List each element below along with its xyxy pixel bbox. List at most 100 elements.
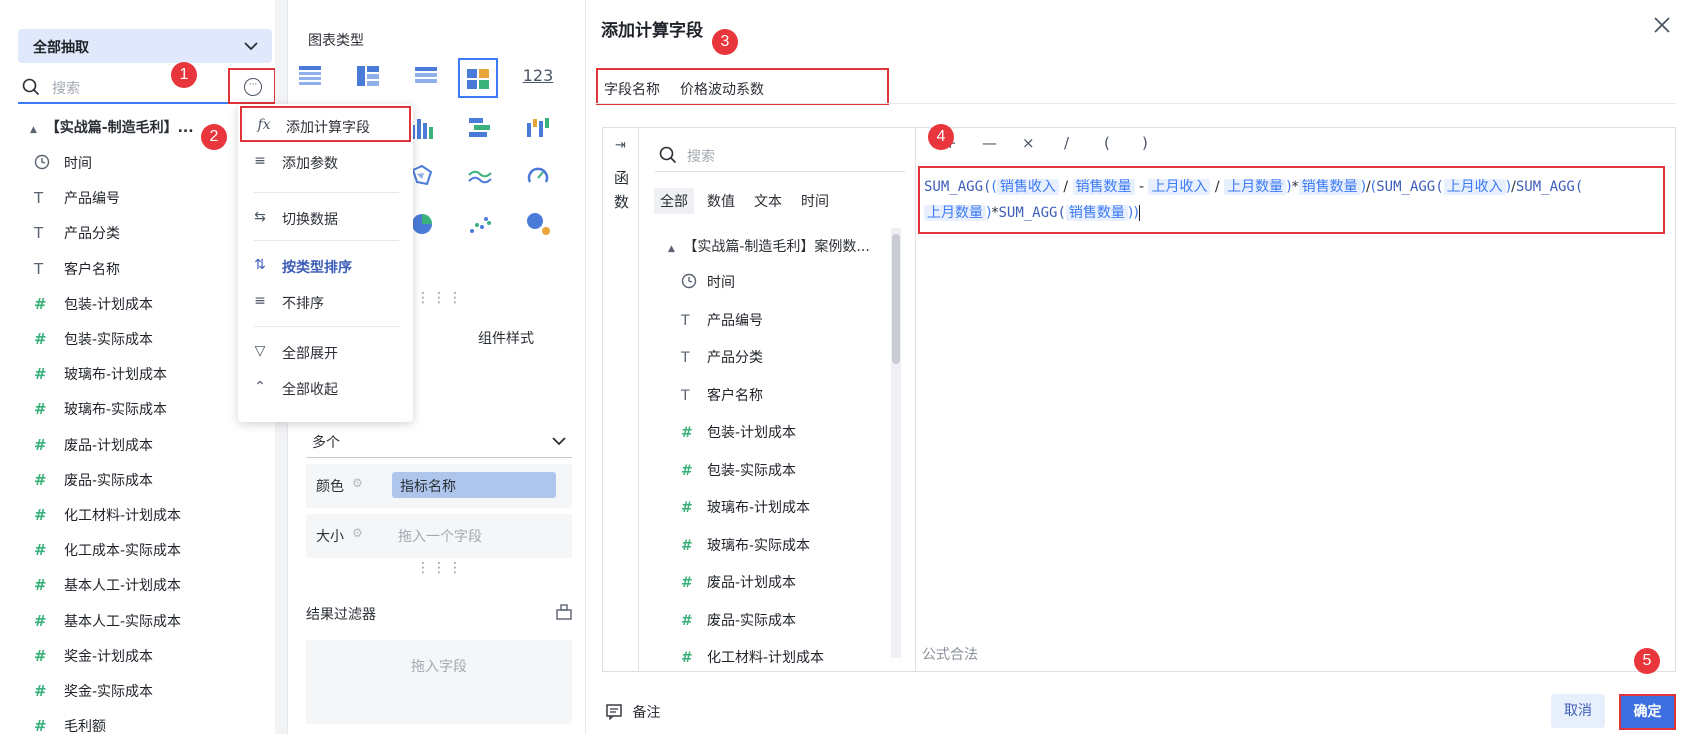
- field-name-input[interactable]: 价格波动系数: [680, 79, 764, 99]
- formula-field-token[interactable]: 上月数量: [924, 205, 986, 221]
- field-list-item[interactable]: # 包装-计划成本: [34, 294, 153, 318]
- field-list-item[interactable]: 时间: [34, 153, 92, 177]
- color-slot[interactable]: 颜色 ⚙ 指标名称: [306, 464, 572, 508]
- field-label: 玻璃布-计划成本: [707, 500, 811, 516]
- scope-dropdown[interactable]: 全部抽取: [18, 29, 272, 63]
- dialog-field-item[interactable]: # 包装-计划成本: [681, 422, 796, 444]
- field-list-item[interactable]: T 产品编号: [34, 188, 120, 212]
- tab-component-style[interactable]: 组件样式: [478, 328, 534, 348]
- number-type-icon: #: [34, 330, 47, 348]
- field-list-item[interactable]: # 毛利额: [34, 716, 106, 740]
- cancel-button[interactable]: 取消: [1551, 694, 1605, 728]
- waterfall-chart-icon[interactable]: [520, 110, 556, 146]
- more-options-button[interactable]: ···: [228, 68, 276, 104]
- gear-icon[interactable]: ⚙: [352, 476, 363, 490]
- dialog-field-item[interactable]: # 废品-计划成本: [681, 572, 796, 594]
- menu-item-collapse-all[interactable]: ⌃ 全部收起: [238, 370, 413, 406]
- formula-field-token[interactable]: 销售数量: [1065, 205, 1128, 221]
- confirm-button[interactable]: 确定: [1619, 694, 1676, 730]
- op-multiply[interactable]: ×: [1022, 134, 1035, 152]
- mark-type-dropdown[interactable]: 多个: [306, 428, 572, 458]
- field-list-item[interactable]: # 基本人工-计划成本: [34, 575, 181, 599]
- menu-item-add-parameter[interactable]: ≡ 添加参数: [238, 144, 413, 180]
- area-chart-icon[interactable]: [462, 158, 498, 194]
- color-label: 颜色: [316, 479, 344, 495]
- gear-icon[interactable]: ⚙: [352, 526, 363, 540]
- field-list-item[interactable]: # 奖金-实际成本: [34, 681, 153, 705]
- formula-function: SUM_AGG(: [1515, 179, 1584, 195]
- dialog-field-item[interactable]: T 客户名称: [681, 385, 763, 407]
- dialog-field-item[interactable]: # 化工材料-计划成本: [681, 647, 824, 669]
- op-divide[interactable]: /: [1064, 134, 1069, 152]
- field-list-item[interactable]: # 包装-实际成本: [34, 329, 153, 353]
- tab-all[interactable]: 全部: [654, 188, 694, 214]
- dialog-field-item[interactable]: T 产品分类: [681, 347, 763, 369]
- dataset-tree-node[interactable]: ▲ 【实战篇-制造毛利】...: [30, 117, 194, 137]
- dialog-search-input[interactable]: 搜索: [655, 140, 905, 172]
- field-label: 化工材料-计划成本: [707, 650, 825, 666]
- dialog-field-item[interactable]: # 玻璃布-实际成本: [681, 535, 810, 557]
- filter-drop-zone[interactable]: 拖入字段: [306, 640, 572, 724]
- field-list-item[interactable]: # 玻璃布-计划成本: [34, 364, 167, 388]
- note-button[interactable]: 备注: [606, 702, 660, 722]
- menu-item-sort-by-type[interactable]: ⇅ 按类型排序: [238, 248, 413, 284]
- formula-editor[interactable]: SUM_AGG((销售收入 / 销售数量 - 上月收入 / 上月数量)* 销售数量…: [918, 166, 1665, 234]
- gauge-chart-icon[interactable]: [520, 158, 556, 194]
- field-list-item[interactable]: # 奖金-计划成本: [34, 646, 153, 670]
- field-list-item[interactable]: T 客户名称: [34, 259, 120, 283]
- field-label: 产品编号: [64, 191, 120, 208]
- field-list-item[interactable]: # 玻璃布-实际成本: [34, 399, 167, 423]
- menu-item-add-calculated-field[interactable]: fx 添加计算字段: [240, 106, 411, 142]
- tab-number[interactable]: 数值: [701, 188, 741, 214]
- function-toggle[interactable]: ⇥ 函数: [603, 128, 639, 671]
- sort-type-icon: ⇅: [254, 257, 266, 273]
- auto-chart-icon[interactable]: [458, 58, 498, 98]
- dialog-field-item[interactable]: T 产品编号: [681, 310, 763, 332]
- search-placeholder: 搜索: [52, 81, 80, 97]
- dialog-dataset-node[interactable]: ▲ 【实战篇-制造毛利】案例数...: [668, 236, 870, 256]
- dialog-field-item[interactable]: # 玻璃布-计划成本: [681, 497, 810, 519]
- resize-handle[interactable]: ⋮⋮⋮: [416, 290, 464, 306]
- kpi-card-icon[interactable]: 123: [520, 58, 556, 94]
- scatter-chart-icon[interactable]: [462, 206, 498, 242]
- color-field-chip[interactable]: 指标名称: [392, 472, 556, 498]
- tab-time[interactable]: 时间: [795, 188, 835, 214]
- formula-field-token[interactable]: 销售数量: [1072, 179, 1135, 195]
- menu-item-expand-all[interactable]: ▽ 全部展开: [238, 334, 413, 370]
- filter-settings-icon[interactable]: [556, 604, 572, 624]
- crosstab-chart-icon[interactable]: [350, 58, 386, 94]
- formula-line-2: 上月数量)*SUM_AGG(销售数量)): [924, 202, 1140, 222]
- field-list-item[interactable]: T 产品分类: [34, 223, 120, 247]
- expand-all-icon: ▽: [254, 343, 266, 359]
- formula-field-token[interactable]: 销售收入: [996, 179, 1059, 195]
- dialog-field-item[interactable]: # 废品-实际成本: [681, 610, 796, 632]
- dialog-field-item[interactable]: 时间: [681, 272, 735, 294]
- menu-item-no-sort[interactable]: ≡ 不排序: [238, 284, 413, 320]
- table-chart-icon[interactable]: [292, 58, 328, 94]
- op-open-paren[interactable]: (: [1104, 134, 1110, 152]
- menu-item-switch-data[interactable]: ⇆ 切换数据: [238, 200, 413, 236]
- field-list-item[interactable]: # 基本人工-实际成本: [34, 611, 181, 635]
- op-close-paren[interactable]: ): [1142, 134, 1148, 152]
- field-list-item[interactable]: # 废品-计划成本: [34, 435, 153, 459]
- dialog-field-scrollbar[interactable]: [891, 228, 901, 658]
- resize-handle[interactable]: ⋮⋮⋮: [416, 560, 464, 576]
- detail-table-icon[interactable]: [408, 58, 444, 94]
- scrollbar-thumb[interactable]: [892, 234, 900, 364]
- formula-field-token[interactable]: 上月收入: [1148, 179, 1211, 195]
- field-list-item[interactable]: # 化工材料-计划成本: [34, 505, 181, 529]
- bubble-chart-icon[interactable]: [520, 206, 556, 242]
- dataset-title: 【实战篇-制造毛利】...: [45, 120, 194, 136]
- close-icon[interactable]: [1653, 12, 1671, 40]
- formula-field-token[interactable]: 上月数量: [1224, 179, 1287, 195]
- stacked-bar-icon[interactable]: [462, 110, 498, 146]
- op-minus[interactable]: —: [982, 134, 997, 152]
- dialog-field-item[interactable]: # 包装-实际成本: [681, 460, 796, 482]
- formula-field-token[interactable]: 销售数量: [1298, 179, 1361, 195]
- tab-text[interactable]: 文本: [748, 188, 788, 214]
- field-list-item[interactable]: # 废品-实际成本: [34, 470, 153, 494]
- search-placeholder: 搜索: [687, 149, 715, 165]
- size-slot[interactable]: 大小 ⚙ 拖入一个字段: [306, 514, 572, 558]
- formula-field-token[interactable]: 上月收入: [1443, 179, 1506, 195]
- field-list-item[interactable]: # 化工成本-实际成本: [34, 540, 181, 564]
